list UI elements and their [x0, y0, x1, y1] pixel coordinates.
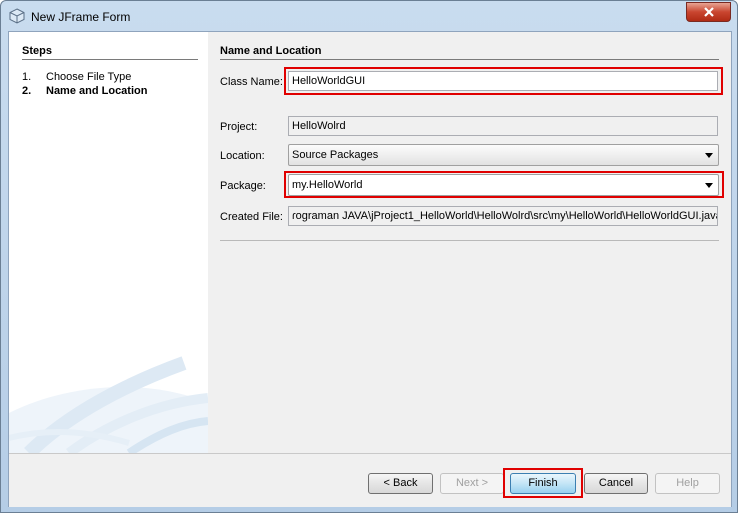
- netbeans-cube-icon: [9, 8, 25, 24]
- dialog-content: Steps 1. Choose File Type 2. Name and Loca…: [8, 31, 732, 507]
- panel-title: Name and Location: [220, 45, 322, 57]
- close-icon: [703, 7, 714, 17]
- panel-bottom-divider: [220, 240, 719, 241]
- class-name-input[interactable]: HelloWorldGUI: [288, 71, 718, 91]
- name-and-location-panel: Name and Location Class Name: HelloWorld…: [208, 32, 731, 453]
- created-file-field: ɾograman JAVA\jProject1_HelloWorld\Hello…: [288, 206, 718, 226]
- project-label: Project:: [220, 121, 258, 133]
- chevron-down-icon: [705, 183, 713, 188]
- location-value: Source Packages: [292, 149, 379, 161]
- button-bar: < Back Next > Finish Cancel Help: [9, 453, 731, 507]
- finish-button[interactable]: Finish: [510, 473, 576, 494]
- back-button[interactable]: < Back: [368, 473, 433, 494]
- steps-sidebar: Steps 1. Choose File Type 2. Name and Loca…: [9, 32, 208, 453]
- package-combo[interactable]: my.HelloWorld: [288, 174, 719, 196]
- package-value: my.HelloWorld: [292, 179, 363, 191]
- location-label: Location:: [220, 150, 265, 162]
- package-label: Package:: [220, 180, 266, 192]
- dialog-window: New JFrame Form Steps 1. Choose File Type…: [0, 0, 738, 513]
- chevron-down-icon: [705, 153, 713, 158]
- project-field: HelloWolrd: [288, 116, 718, 136]
- step-choose-file-type: 1. Choose File Type: [22, 71, 131, 83]
- close-button[interactable]: [686, 2, 731, 22]
- title-bar[interactable]: New JFrame Form: [1, 1, 737, 31]
- class-name-label: Class Name:: [220, 76, 283, 88]
- next-button[interactable]: Next >: [440, 473, 504, 494]
- steps-title: Steps: [22, 45, 52, 57]
- step-number: 2.: [22, 85, 32, 97]
- step-label: Name and Location: [46, 85, 148, 97]
- step-number: 1.: [22, 71, 32, 83]
- steps-divider: [22, 59, 198, 60]
- panel-divider: [220, 59, 719, 60]
- step-label: Choose File Type: [46, 71, 132, 83]
- help-button[interactable]: Help: [655, 473, 720, 494]
- window-title: New JFrame Form: [31, 10, 131, 24]
- step-name-and-location: 2. Name and Location: [22, 85, 147, 97]
- cancel-button[interactable]: Cancel: [584, 473, 648, 494]
- created-file-label: Created File:: [220, 211, 283, 223]
- netbeans-swoosh-graphic: [9, 356, 208, 453]
- location-dropdown[interactable]: Source Packages: [288, 144, 719, 166]
